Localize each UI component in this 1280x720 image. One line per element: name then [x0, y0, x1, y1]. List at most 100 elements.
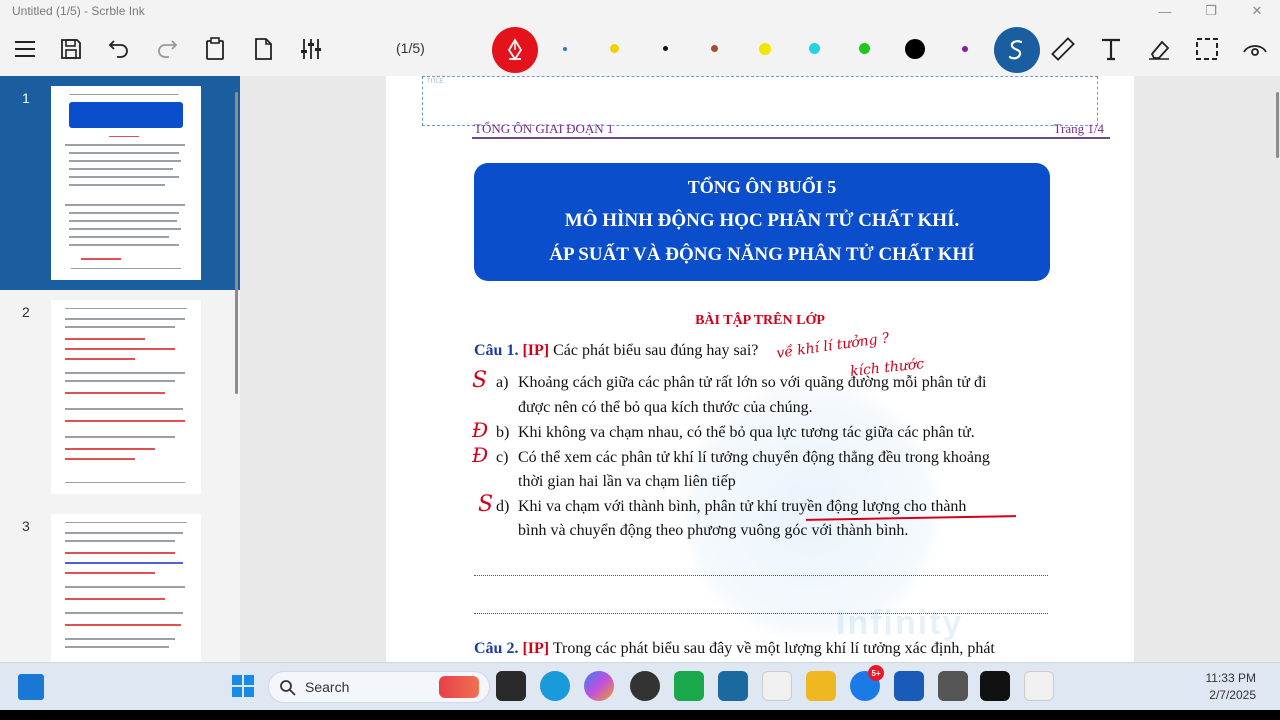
- header-right: Trang 1/4: [1053, 121, 1104, 136]
- option-d-line-2: bình và chuyển động theo phương vuông gó…: [518, 522, 909, 539]
- clock-date: 2/7/2025: [1209, 688, 1256, 702]
- color-swatch-cyan[interactable]: [809, 43, 820, 54]
- option-a-line-2: được nên có thể bỏ qua kích thước của ch…: [518, 399, 813, 416]
- minimize-button[interactable]: —: [1142, 0, 1188, 22]
- thumbnail-page-3[interactable]: 3: [0, 504, 240, 662]
- thumbnail-page-1[interactable]: 1: [0, 76, 240, 290]
- color-swatch-brown[interactable]: [711, 45, 718, 52]
- question-number: Câu 1.: [474, 342, 519, 359]
- settings-sliders-icon[interactable]: [292, 30, 330, 68]
- option-a-line-1: Khoảng cách giữa các phân tử rất lớn so …: [518, 374, 987, 391]
- tiktok-icon[interactable]: [980, 671, 1010, 701]
- clock-time: 11:33 PM: [1205, 671, 1256, 685]
- header-left: TỔNG ÔN GIAI ĐOẠN 1: [474, 121, 614, 136]
- option-c-line-2: thời gian hai lần va chạm liên tiếp: [518, 473, 736, 490]
- new-page-icon[interactable]: [244, 30, 282, 68]
- question-number: Câu 2.: [474, 640, 519, 657]
- ruler-icon[interactable]: [1044, 30, 1082, 68]
- textbox-label: TITLE: [427, 79, 444, 85]
- windows-taskbar: Search 5+ 11:33 PM 2/7/2025: [0, 662, 1280, 710]
- close-button[interactable]: ✕: [1234, 0, 1280, 22]
- sidebar-scrollbar[interactable]: [235, 92, 238, 394]
- option-c-line-1: Có thể xem các phân tử khí lí tưởng chuy…: [518, 449, 990, 466]
- screen-bottom-edge: [0, 710, 1280, 720]
- view-eye-icon[interactable]: [1236, 30, 1274, 68]
- window-title: Untitled (1/5) - Scrble Ink: [12, 4, 145, 18]
- section-title: BÀI TẬP TRÊN LỚP: [695, 313, 825, 328]
- zalo-icon[interactable]: 5+: [850, 665, 884, 701]
- thumbnail-number: 2: [22, 304, 30, 320]
- search-icon: [280, 680, 296, 696]
- fountain-pen-tool[interactable]: [492, 27, 538, 73]
- widgets-icon[interactable]: [18, 674, 44, 700]
- app-icon-dark[interactable]: [630, 671, 660, 701]
- copilot-icon[interactable]: [584, 671, 614, 701]
- page-thumbnails-panel: 1 2 3: [0, 76, 240, 662]
- search-label: Search: [305, 679, 350, 695]
- option-c-label: c): [496, 449, 509, 466]
- taskbar-search[interactable]: Search: [268, 671, 490, 703]
- color-swatch-yellow[interactable]: [610, 44, 619, 53]
- notification-badge: 5+: [868, 665, 884, 681]
- snowflake-app-icon[interactable]: [718, 671, 748, 701]
- color-swatch-blue[interactable]: [563, 47, 567, 51]
- answer-mark-a: S: [472, 368, 488, 393]
- answer-mark-b: Đ: [472, 418, 489, 442]
- banner-line-3: ÁP SUẤT VÀ ĐỘNG NĂNG PHÂN TỬ CHẤT KHÍ: [549, 244, 975, 265]
- color-swatch-bright-yellow[interactable]: [759, 43, 771, 55]
- save-icon[interactable]: [52, 30, 90, 68]
- page-indicator: (1/5): [396, 40, 425, 56]
- document-canvas[interactable]: TITLE TỔNG ÔN GIAI ĐOẠN 1 Trang 1/4 TỔNG…: [240, 76, 1280, 662]
- answer-line-2: [474, 613, 1048, 614]
- question-1-stem: Câu 1. [IP] Các phát biểu sau đúng hay s…: [474, 342, 758, 360]
- answer-mark-d: S: [478, 492, 494, 517]
- thumbnail-number: 1: [22, 90, 30, 106]
- document-page: TITLE TỔNG ÔN GIAI ĐOẠN 1 Trang 1/4 TỔNG…: [386, 76, 1134, 662]
- option-b-label: b): [496, 424, 510, 441]
- thumbnail-number: 3: [22, 518, 30, 534]
- question-2-stem: Câu 2. [IP] Trong các phát biểu sau đây …: [474, 640, 995, 658]
- search-highlight-image: [439, 676, 479, 698]
- undo-icon[interactable]: [100, 30, 138, 68]
- color-swatch-purple[interactable]: [962, 46, 968, 52]
- eraser-icon[interactable]: [1140, 30, 1178, 68]
- marquee-select-icon[interactable]: [1188, 30, 1226, 68]
- pen-nib-icon: [507, 38, 523, 61]
- option-d-line-1: Khi va chạm với thành bình, phân tử khí …: [518, 498, 967, 515]
- question-text: Trong các phát biểu sau đây về một lượng…: [552, 640, 995, 657]
- app-icon-light[interactable]: [762, 671, 792, 701]
- title-textbox[interactable]: TITLE: [422, 76, 1098, 126]
- text-tool-icon[interactable]: [1092, 30, 1130, 68]
- thumbnail-image: [51, 514, 201, 662]
- lasso-icon: [1008, 40, 1023, 60]
- thumbnail-image: [51, 300, 201, 494]
- system-clock[interactable]: 11:33 PM 2/7/2025: [1206, 670, 1256, 704]
- menu-icon[interactable]: [6, 30, 44, 68]
- title-bar: Untitled (1/5) - Scrble Ink — ❐ ✕: [0, 0, 1280, 22]
- header-divider: [472, 137, 1110, 139]
- snipping-tool-icon[interactable]: [1024, 671, 1054, 701]
- color-swatch-green[interactable]: [859, 43, 870, 54]
- color-swatch-black-large[interactable]: [905, 39, 925, 59]
- thumbnail-image: [51, 86, 201, 280]
- word-icon[interactable]: [894, 671, 924, 701]
- app-icon-green[interactable]: [674, 671, 704, 701]
- answer-mark-c: Đ: [472, 443, 489, 467]
- banner-line-1: TỔNG ÔN BUỔI 5: [687, 177, 837, 197]
- edge-browser-icon[interactable]: [540, 671, 570, 701]
- toolbar: (1/5): [0, 22, 1280, 76]
- maximize-button[interactable]: ❐: [1188, 0, 1234, 22]
- option-a-label: a): [496, 374, 509, 391]
- start-icon[interactable]: [228, 671, 258, 701]
- calculator-icon[interactable]: [938, 671, 968, 701]
- redo-icon[interactable]: [148, 30, 186, 68]
- file-explorer-icon[interactable]: [806, 671, 836, 701]
- answer-line-1: [474, 575, 1048, 576]
- canvas-scrollbar[interactable]: [1276, 92, 1279, 158]
- task-view-icon[interactable]: [496, 671, 526, 701]
- thumbnail-page-2[interactable]: 2: [0, 290, 240, 504]
- color-swatch-black-small[interactable]: [663, 46, 668, 51]
- clipboard-icon[interactable]: [196, 30, 234, 68]
- lasso-select-tool[interactable]: [994, 27, 1040, 73]
- option-d-label: d): [496, 498, 510, 515]
